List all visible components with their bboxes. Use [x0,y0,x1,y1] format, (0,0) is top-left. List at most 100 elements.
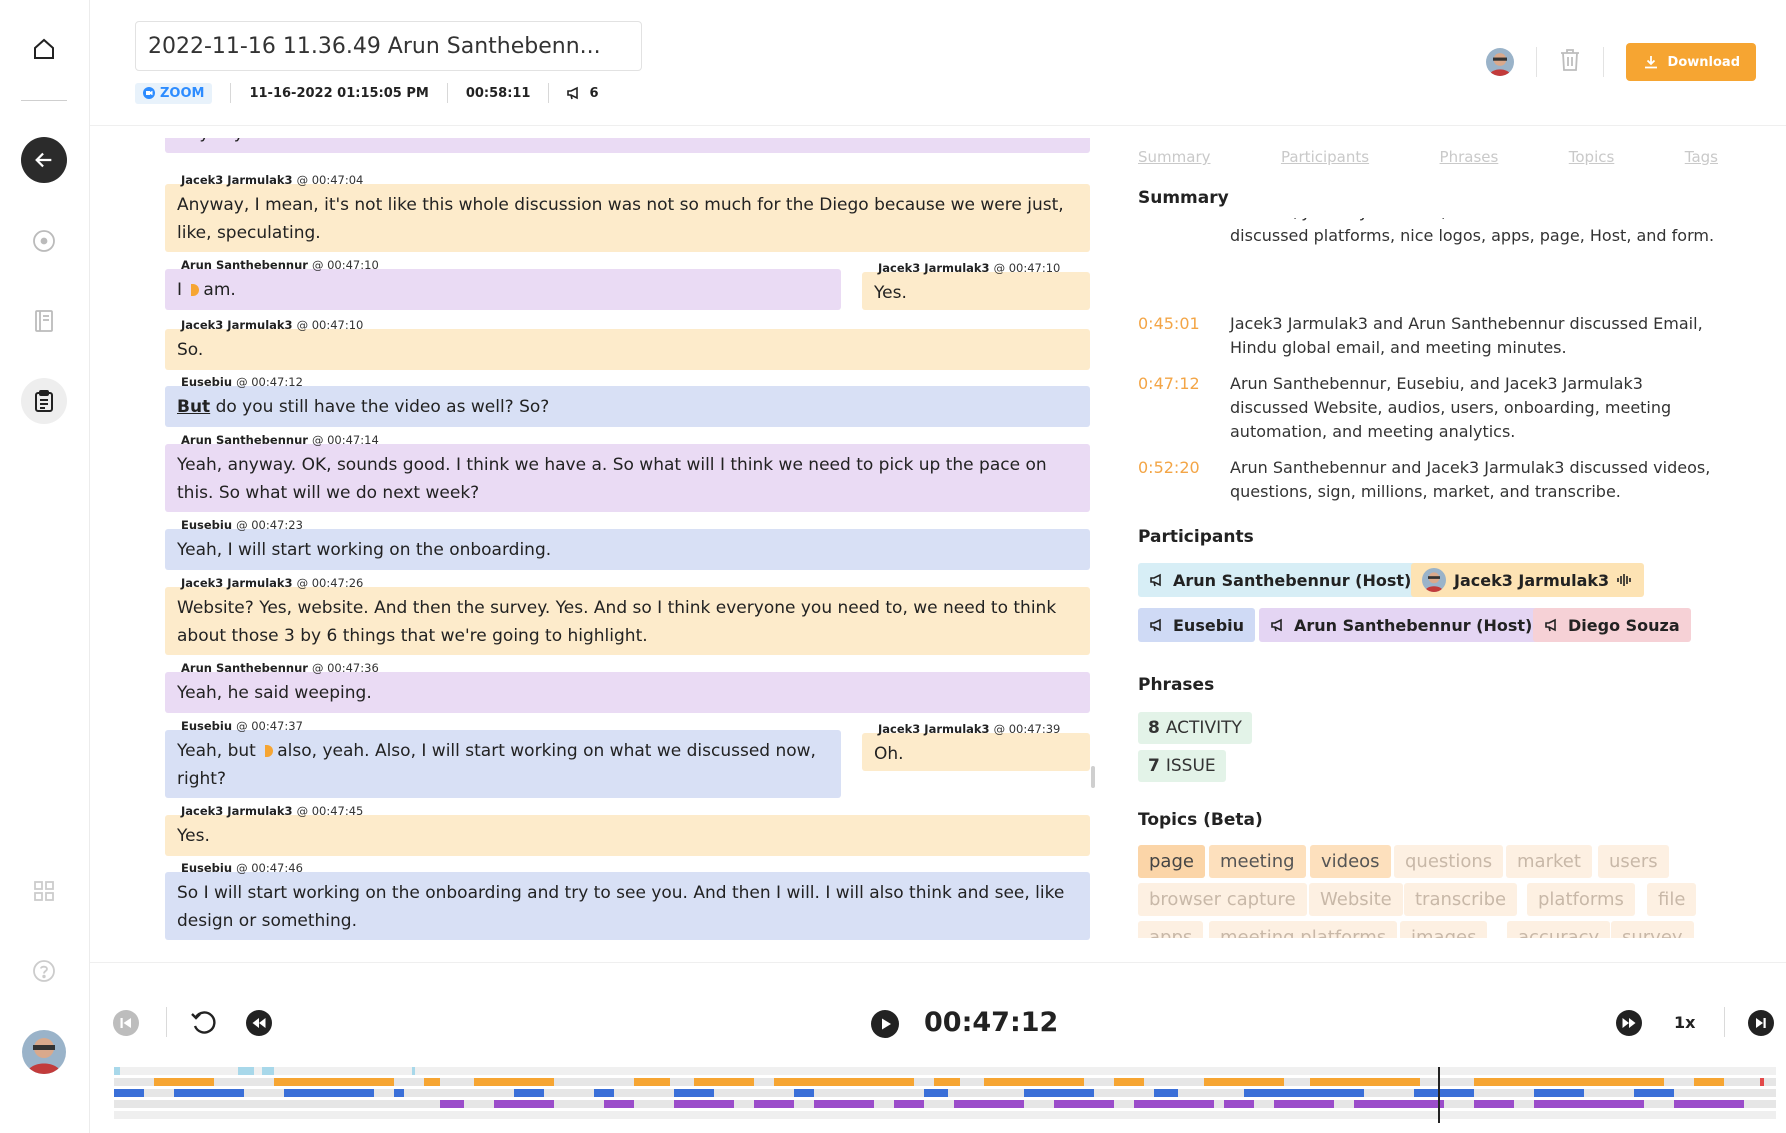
transcript-message[interactable]: Jacek3 Jarmulak3 @ 00:47:04 Anyway, I me… [165,173,1090,252]
speaker-label: Arun Santhebennur @ 00:47:36 [181,661,379,675]
zoom-icon [143,87,155,99]
topics-list[interactable]: page meeting videos questions market use… [1138,840,1738,938]
timeline-playhead[interactable] [1438,1067,1440,1123]
help-icon[interactable] [21,948,67,994]
topic-chip[interactable]: page [1138,845,1205,878]
transcript-message[interactable]: Jacek3 Jarmulak3 @ 00:47:26 Website? Yes… [165,576,1090,655]
topics-title: Topics (Beta) [1138,810,1263,830]
summary-item: 0:39:12 Eusebiu, Jacek3 Jarmulak3, and A… [1138,218,1728,248]
tab-summary[interactable]: Summary [1138,148,1211,166]
topic-chip[interactable]: survey [1611,921,1694,938]
participant-chip[interactable]: Jacek3 Jarmulak3 [1411,563,1645,597]
megaphone-icon [1150,618,1161,632]
speaker-label: Jacek3 Jarmulak3 @ 00:47:26 [181,576,364,590]
fast-forward-icon[interactable] [1616,1010,1642,1036]
transcript-message[interactable]: Eusebiu @ 00:47:46 So I will start worki… [165,861,1090,940]
skip-to-end-icon[interactable] [1748,1010,1774,1036]
rail-divider [21,100,67,101]
trash-icon[interactable] [1559,48,1581,76]
tab-topics[interactable]: Topics [1569,148,1615,166]
topic-chip[interactable]: videos [1310,845,1391,878]
speakers-count: 6 [567,86,599,101]
tab-participants[interactable]: Participants [1281,148,1369,166]
phrase-chip[interactable]: 8 ACTIVITY [1138,712,1252,744]
speaker-label: Jacek3 Jarmulak3 @ 00:47:04 [181,173,364,187]
grid-icon[interactable] [21,868,67,914]
notebook-icon[interactable] [21,298,67,344]
topic-chip[interactable]: platforms [1527,883,1635,916]
topic-chip[interactable]: images [1400,921,1488,938]
summary-time[interactable]: 0:52:20 [1138,456,1230,504]
transcript-message[interactable]: Anyway. [165,138,1090,153]
transcript-message[interactable]: Arun Santhebennur @ 00:47:10 I am. [165,258,841,310]
transcript-message[interactable]: Jacek3 Jarmulak3 @ 00:47:10 So. [165,318,1090,370]
tab-phrases[interactable]: Phrases [1440,148,1499,166]
back-arrow-icon[interactable] [21,137,67,183]
transcript-message[interactable]: Jacek3 Jarmulak3 @ 00:47:10 Yes. [862,261,1090,310]
participants-title: Participants [1138,527,1254,547]
timeline-lane-blue [114,1089,1776,1097]
summary-title: Summary [1138,188,1229,208]
timeline-lane-orange [114,1078,1776,1086]
timeline-lane [114,1111,1776,1119]
recording-title-input[interactable]: 2022-11-16 11.36.49 Arun Santhebenn... [135,21,642,71]
topic-chip[interactable]: meeting platforms [1209,921,1398,938]
transcript-message[interactable]: Eusebiu @ 00:47:37 Yeah, but also, yeah.… [165,719,841,798]
play-icon[interactable] [871,1010,899,1038]
summary-list[interactable]: 0:39:12 Eusebiu, Jacek3 Jarmulak3, and A… [1138,218,1738,530]
summary-item: 0:52:20 Arun Santhebennur and Jacek3 Jar… [1138,456,1728,504]
topic-chip[interactable]: Website [1309,883,1403,916]
participant-chip[interactable]: Arun Santhebennur (Host) [1138,563,1423,597]
participant-chip[interactable]: Diego Souza [1533,608,1691,642]
speaker-label: Eusebiu @ 00:47:12 [181,375,303,389]
transcript-message[interactable]: Jacek3 Jarmulak3 @ 00:47:39 Oh. [862,722,1090,771]
speaker-label: Jacek3 Jarmulak3 @ 00:47:10 [181,318,364,332]
source-label: ZOOM [160,85,205,101]
transcript-message[interactable]: Arun Santhebennur @ 00:47:36 Yeah, he sa… [165,661,1090,713]
transcript-message[interactable]: Jacek3 Jarmulak3 @ 00:47:45 Yes. [165,804,1090,856]
transcript-message[interactable]: Eusebiu @ 00:47:23 Yeah, I will start wo… [165,518,1090,570]
transcript-scrollbar[interactable] [1091,766,1095,788]
topic-chip[interactable]: file [1647,883,1697,916]
summary-time[interactable]: 0:39:12 [1138,218,1230,248]
download-button[interactable]: Download [1625,43,1756,81]
insights-panel[interactable]: Summary Participants Phrases Topics Tags… [1138,130,1738,950]
skip-to-start-icon[interactable] [112,1009,140,1037]
summary-time[interactable]: 0:47:12 [1138,372,1230,444]
media-player: 00:47:12 1x [90,962,1786,1133]
tab-tags[interactable]: Tags [1685,148,1718,166]
topic-chip[interactable]: market [1506,845,1592,878]
participant-chip[interactable]: Eusebiu [1138,608,1256,642]
speaker-label: Jacek3 Jarmulak3 @ 00:47:45 [181,804,364,818]
rewind-icon[interactable] [246,1010,272,1036]
record-icon[interactable] [21,218,67,264]
topic-chip[interactable]: browser capture [1138,883,1307,916]
topic-chip[interactable]: apps [1138,921,1204,938]
owner-avatar[interactable] [1485,48,1514,76]
summary-time[interactable]: 0:45:01 [1138,312,1230,360]
topic-chip[interactable]: transcribe [1404,883,1518,916]
transcript-message[interactable]: Eusebiu @ 00:47:12 But do you still have… [165,375,1090,427]
home-icon[interactable] [21,26,67,72]
timeline-lane [114,1067,1776,1075]
phrase-chip[interactable]: 7 ISSUE [1138,750,1226,782]
topic-chip[interactable]: meeting [1209,845,1306,878]
topic-chip[interactable]: users [1598,845,1669,878]
insights-tabs: Summary Participants Phrases Topics Tags [1138,148,1718,166]
download-icon [1644,56,1657,69]
user-avatar[interactable] [22,1030,66,1074]
speaker-label: Eusebiu @ 00:47:37 [181,719,303,733]
topic-chip[interactable]: questions [1394,845,1504,878]
playback-marker-icon [265,745,274,757]
speaker-timeline[interactable] [114,1067,1776,1121]
participant-chip[interactable]: Arun Santhebennur (Host) [1259,608,1544,642]
clipboard-icon[interactable] [21,378,67,424]
replay-icon[interactable] [190,1009,218,1037]
left-rail [0,0,90,1133]
transcript-message[interactable]: Arun Santhebennur @ 00:47:14 Yeah, anywa… [165,433,1090,512]
download-label: Download [1667,54,1740,70]
transcript-pane[interactable]: Anyway. Jacek3 Jarmulak3 @ 00:47:04 Anyw… [165,138,1090,950]
topic-chip[interactable]: accuracy [1507,921,1611,938]
recording-date: 11-16-2022 01:15:05 PM [249,85,429,101]
playback-speed[interactable]: 1x [1674,1013,1695,1032]
